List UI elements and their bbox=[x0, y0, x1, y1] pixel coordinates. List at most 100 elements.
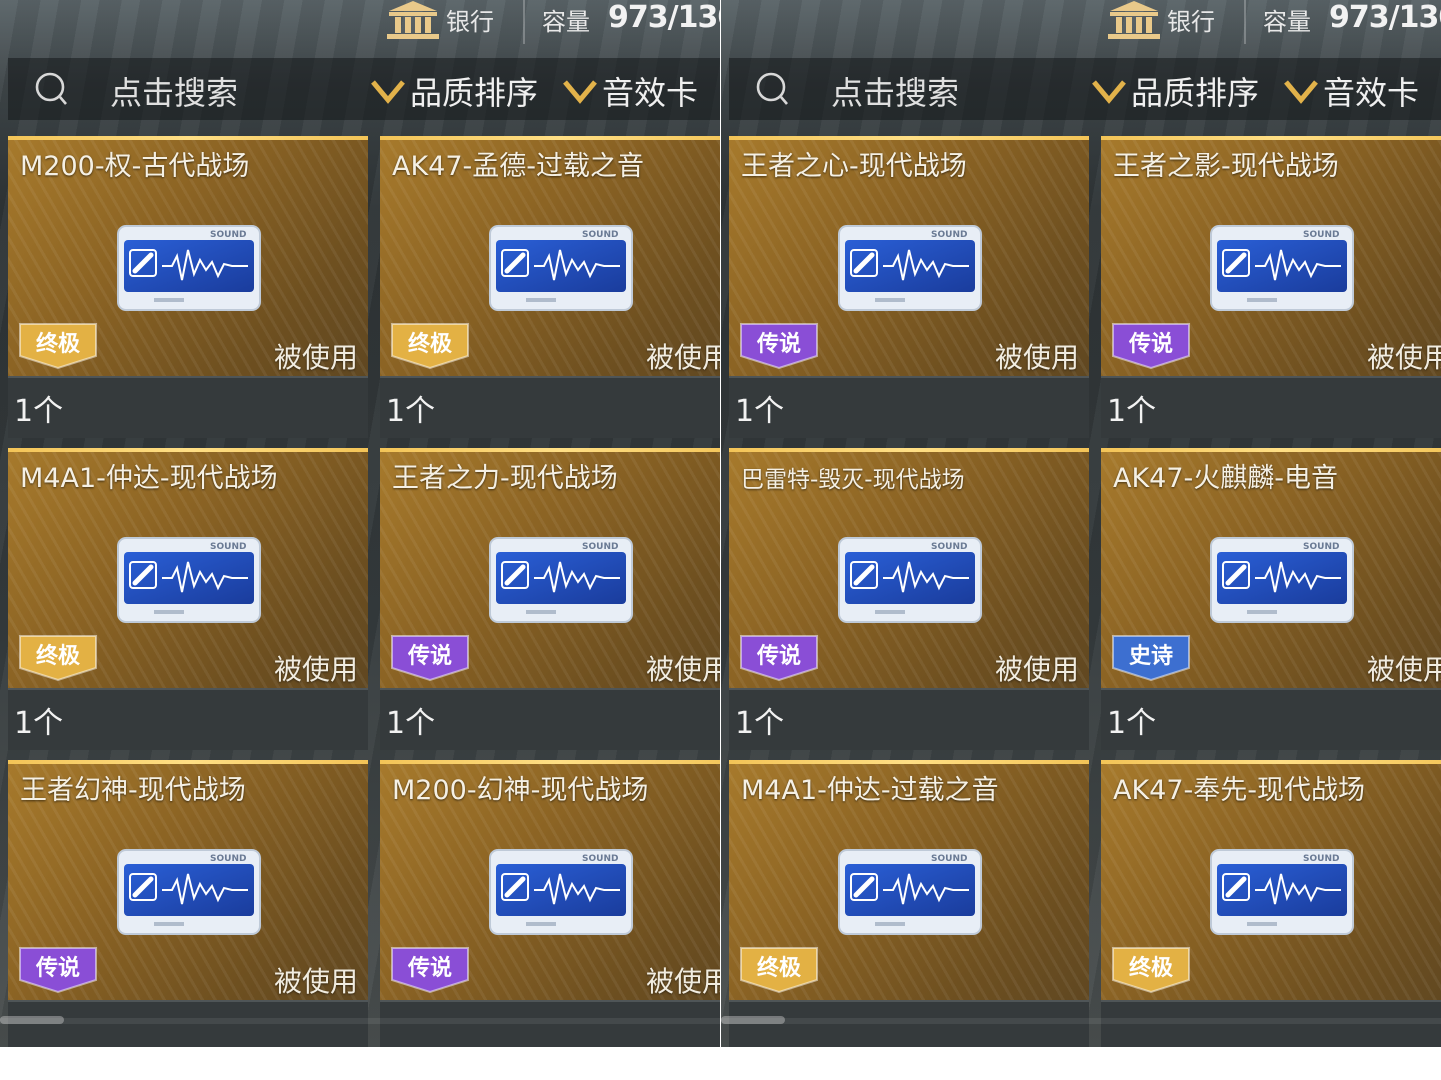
card-title: 巴雷特-毁灭-现代战场 bbox=[741, 467, 965, 493]
capacity-value: 973/130 bbox=[608, 0, 720, 35]
item-card[interactable]: M200-权-古代战场 SOUND 终极 被使用 1个 bbox=[8, 136, 368, 438]
item-card[interactable]: 王者幻神-现代战场 SOUND 传说 被使用 bbox=[8, 760, 368, 1047]
rarity-label: 终极 bbox=[1128, 956, 1173, 981]
status-label: 被使用 bbox=[273, 965, 358, 998]
sound-card-icon: SOUND bbox=[1210, 849, 1354, 935]
sound-card-icon: SOUND bbox=[1210, 225, 1354, 311]
card-title: M4A1-仲达-过载之音 bbox=[741, 775, 999, 806]
top-bar: 银行 容量 973/130 bbox=[0, 0, 720, 50]
scrollbar-thumb[interactable] bbox=[721, 1016, 785, 1024]
rarity-badge: 终极 bbox=[388, 320, 472, 370]
capacity-label: 容量 bbox=[1263, 8, 1311, 36]
item-card[interactable]: 王者之影-现代战场 SOUND 传说 被使用 1个 bbox=[1101, 136, 1441, 438]
rarity-badge: 传说 bbox=[1109, 320, 1193, 370]
search-input[interactable]: 点击搜索 bbox=[110, 68, 238, 114]
rarity-badge: 传说 bbox=[388, 632, 472, 682]
item-card[interactable]: AK47-火麒麟-电音 SOUND 史诗 被使用 1个 bbox=[1101, 448, 1441, 750]
search-bar: 点击搜索 品质排序 音效卡 bbox=[8, 58, 720, 120]
card-title: M200-幻神-现代战场 bbox=[392, 775, 649, 806]
filter-dropdown[interactable]: 音效卡 bbox=[1323, 68, 1419, 114]
sound-card-icon: SOUND bbox=[838, 537, 982, 623]
sound-card-icon: SOUND bbox=[838, 849, 982, 935]
card-footer: 1个 bbox=[729, 688, 1089, 750]
scrollbar-track[interactable] bbox=[721, 1018, 1441, 1024]
sound-label: SOUND bbox=[1303, 542, 1339, 552]
card-title: 王者幻神-现代战场 bbox=[20, 775, 246, 806]
item-card[interactable]: 王者之力-现代战场 SOUND 传说 被使用 1个 bbox=[380, 448, 720, 750]
rarity-label: 传说 bbox=[756, 332, 801, 357]
status-label: 被使用 bbox=[1366, 341, 1441, 374]
rarity-label: 终极 bbox=[407, 332, 452, 357]
capacity-value: 973/130 bbox=[1329, 0, 1441, 35]
chevron-down-icon bbox=[563, 80, 597, 104]
capacity-label: 容量 bbox=[542, 8, 590, 36]
card-footer: 1个 bbox=[1101, 376, 1441, 438]
item-card[interactable]: M4A1-仲达-现代战场 SOUND 终极 被使用 1个 bbox=[8, 448, 368, 750]
status-label: 被使用 bbox=[645, 965, 720, 998]
quantity-label: 1个 bbox=[386, 706, 436, 741]
sound-card-icon: SOUND bbox=[489, 225, 633, 311]
card-title: AK47-孟德-过载之音 bbox=[392, 151, 645, 182]
status-label: 被使用 bbox=[994, 341, 1079, 374]
sound-card-icon: SOUND bbox=[1210, 537, 1354, 623]
card-footer: 1个 bbox=[1101, 688, 1441, 750]
quantity-label: 1个 bbox=[735, 706, 785, 741]
status-label: 被使用 bbox=[1366, 653, 1441, 686]
rarity-badge: 史诗 bbox=[1109, 632, 1193, 682]
top-bar: 银行 容量 973/130 bbox=[721, 0, 1441, 50]
card-footer: 1个 bbox=[8, 688, 368, 750]
scrollbar-thumb[interactable] bbox=[0, 1016, 64, 1024]
rarity-badge: 传说 bbox=[737, 632, 821, 682]
sound-label: SOUND bbox=[210, 854, 246, 864]
sound-card-icon: SOUND bbox=[117, 225, 261, 311]
rarity-label: 传说 bbox=[1128, 332, 1173, 357]
item-card[interactable]: AK47-奉先-现代战场 SOUND 终极 bbox=[1101, 760, 1441, 1047]
sound-label: SOUND bbox=[582, 542, 618, 552]
sort-dropdown[interactable]: 品质排序 bbox=[410, 68, 538, 114]
bank-label[interactable]: 银行 bbox=[446, 2, 494, 37]
card-footer: 1个 bbox=[729, 376, 1089, 438]
sound-label: SOUND bbox=[582, 230, 618, 240]
rarity-badge: 终极 bbox=[16, 632, 100, 682]
rarity-label: 传说 bbox=[407, 644, 452, 669]
top-divider bbox=[1244, 0, 1246, 44]
inventory-panel-left: 银行 容量 973/130 点击搜索 品质排序 音效卡 M200-权-古代战场 SOUND 终极… bbox=[0, 0, 720, 1047]
scrollbar-track[interactable] bbox=[0, 1018, 720, 1024]
bank-label[interactable]: 银行 bbox=[1167, 2, 1215, 37]
rarity-badge: 终极 bbox=[16, 320, 100, 370]
rarity-badge: 传说 bbox=[388, 944, 472, 994]
card-footer: 1个 bbox=[8, 376, 368, 438]
card-title: 王者之力-现代战场 bbox=[392, 463, 618, 494]
item-card[interactable]: AK47-孟德-过载之音 SOUND 终极 被使用 1个 bbox=[380, 136, 720, 438]
quantity-label: 1个 bbox=[14, 706, 64, 741]
status-label: 被使用 bbox=[645, 341, 720, 374]
filter-dropdown[interactable]: 音效卡 bbox=[602, 68, 698, 114]
chevron-down-icon bbox=[1092, 80, 1126, 104]
sound-card-icon: SOUND bbox=[489, 537, 633, 623]
item-card[interactable]: 王者之心-现代战场 SOUND 传说 被使用 1个 bbox=[729, 136, 1089, 438]
item-card[interactable]: 巴雷特-毁灭-现代战场 SOUND 传说 被使用 1个 bbox=[729, 448, 1089, 750]
item-card[interactable]: M4A1-仲达-过载之音 SOUND 终极 bbox=[729, 760, 1089, 1047]
bank-icon bbox=[1108, 1, 1160, 39]
quantity-label: 1个 bbox=[1107, 706, 1157, 741]
rarity-badge: 终极 bbox=[737, 944, 821, 994]
search-input[interactable]: 点击搜索 bbox=[831, 68, 959, 114]
quantity-label: 1个 bbox=[14, 394, 64, 429]
chevron-down-icon bbox=[371, 80, 405, 104]
sound-label: SOUND bbox=[1303, 854, 1339, 864]
item-card[interactable]: M200-幻神-现代战场 SOUND 传说 被使用 bbox=[380, 760, 720, 1047]
quantity-label: 1个 bbox=[1107, 394, 1157, 429]
status-label: 被使用 bbox=[645, 653, 720, 686]
status-label: 被使用 bbox=[273, 341, 358, 374]
rarity-badge: 终极 bbox=[1109, 944, 1193, 994]
card-title: M200-权-古代战场 bbox=[20, 151, 250, 182]
sort-dropdown[interactable]: 品质排序 bbox=[1131, 68, 1259, 114]
rarity-label: 传说 bbox=[407, 956, 452, 981]
sound-label: SOUND bbox=[210, 230, 246, 240]
rarity-label: 传说 bbox=[35, 956, 80, 981]
search-icon bbox=[756, 72, 788, 105]
rarity-badge: 传说 bbox=[737, 320, 821, 370]
card-title: AK47-火麒麟-电音 bbox=[1113, 463, 1339, 494]
sound-label: SOUND bbox=[1303, 230, 1339, 240]
sound-card-icon: SOUND bbox=[838, 225, 982, 311]
